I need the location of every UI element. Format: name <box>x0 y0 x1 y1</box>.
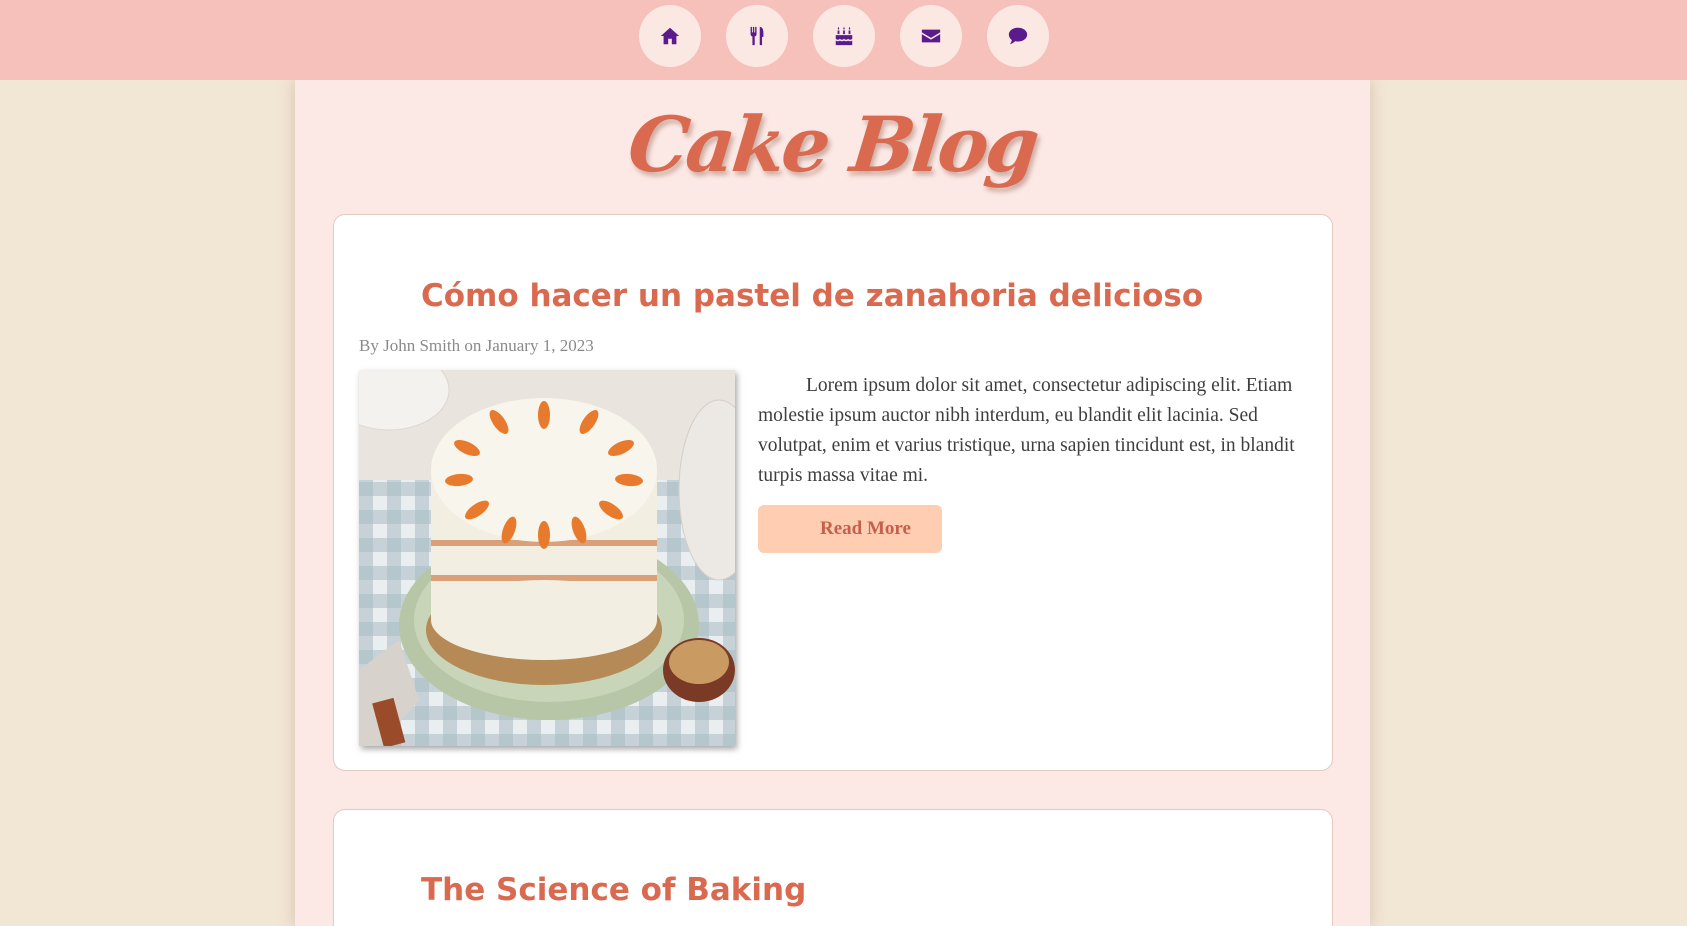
nav-recipes-button[interactable] <box>725 5 788 67</box>
nav-home-button[interactable] <box>638 5 701 67</box>
post-title[interactable]: The Science of Baking <box>421 872 806 908</box>
post-card: The Science of Baking <box>333 809 1333 926</box>
envelope-icon <box>921 29 940 43</box>
nav-cakes-button[interactable] <box>812 5 875 67</box>
post-title[interactable]: Cómo hacer un pastel de zanahoria delici… <box>421 278 1203 314</box>
top-nav <box>0 0 1687 80</box>
post-byline: By John Smith on January 1, 2023 <box>359 336 594 355</box>
nav-comments-button[interactable] <box>986 5 1049 67</box>
cake-icon <box>835 26 852 46</box>
carrot-cake-photo <box>359 370 735 746</box>
utensils-icon <box>750 26 763 46</box>
post-card: Cómo hacer un pastel de zanahoria delici… <box>333 214 1333 771</box>
main-column: Cake Blog Cómo hacer un pastel de zanaho… <box>295 80 1370 926</box>
site-logo[interactable]: Cake Blog <box>290 100 1374 189</box>
nav-contact-button[interactable] <box>899 5 962 67</box>
home-icon <box>660 27 679 45</box>
read-more-button[interactable]: Read More <box>758 505 942 553</box>
post-excerpt: Lorem ipsum dolor sit amet, consectetur … <box>758 375 1295 486</box>
comment-icon <box>1008 27 1027 45</box>
